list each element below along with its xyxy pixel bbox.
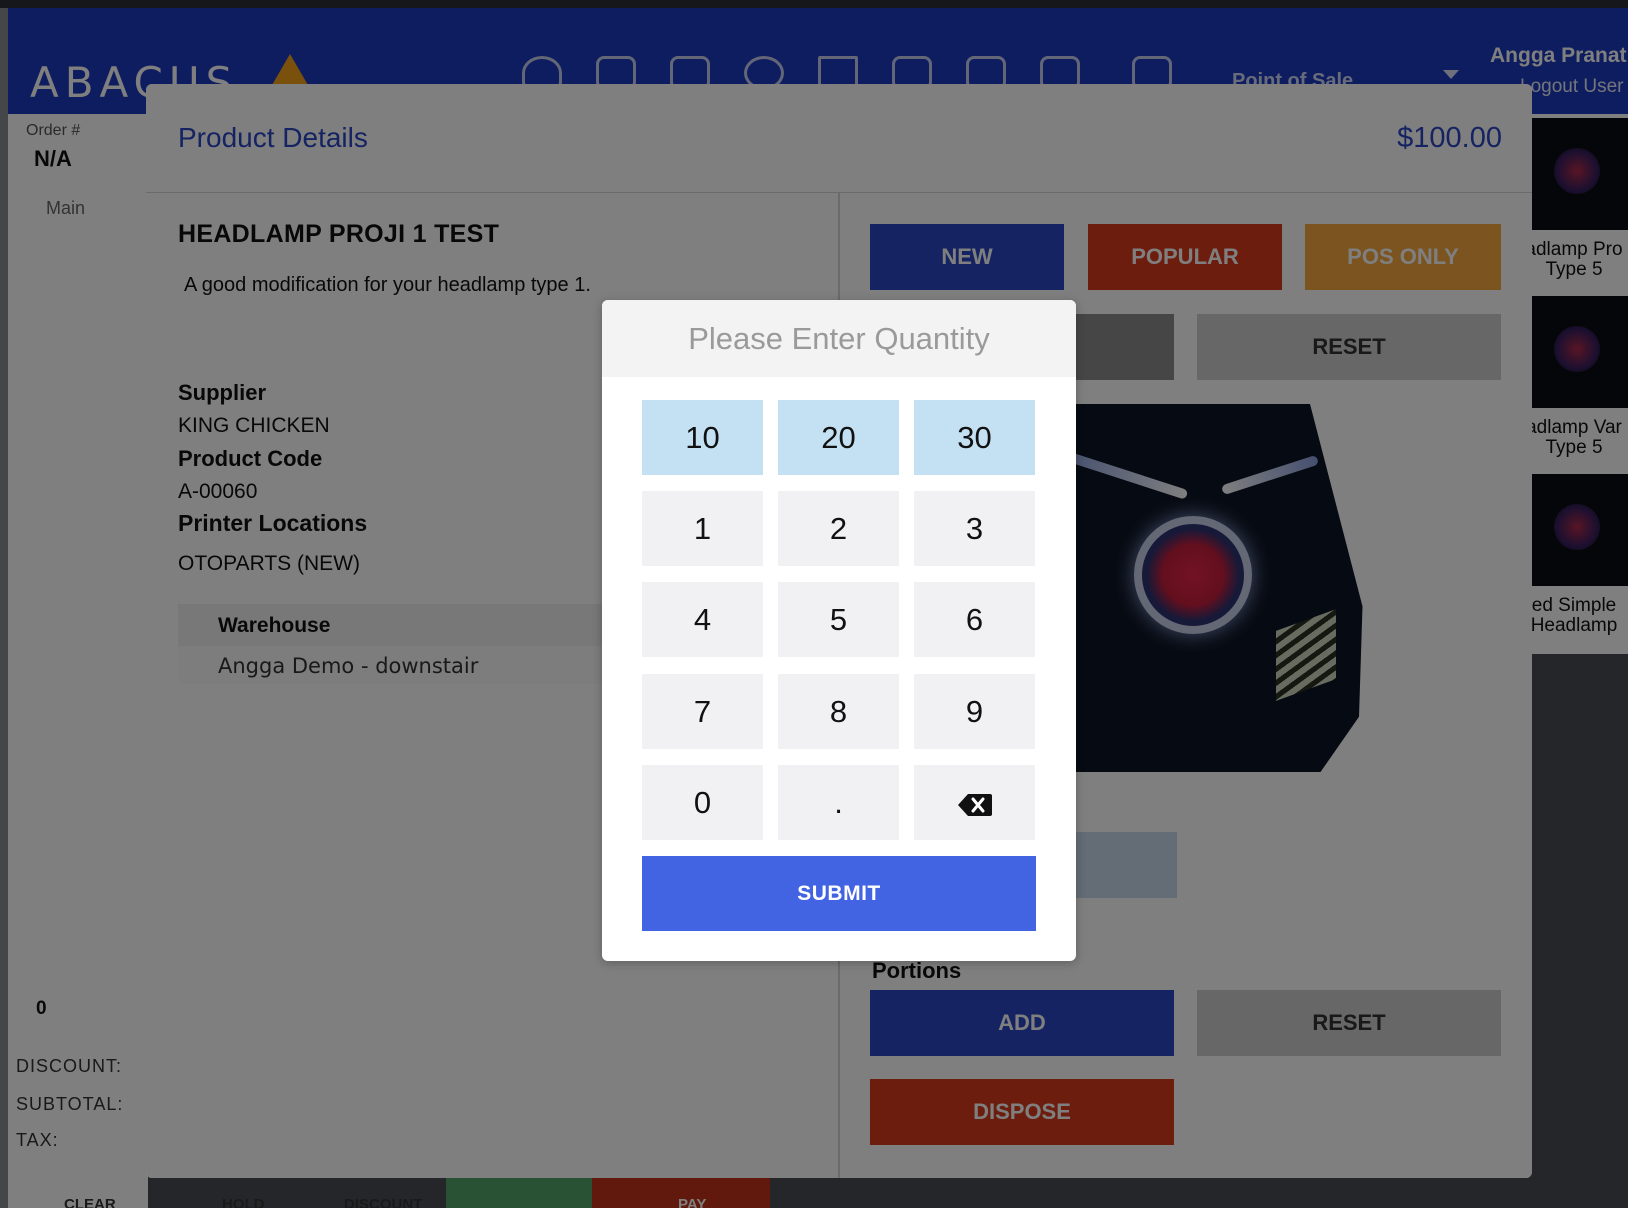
key-decimal-button[interactable]: .	[778, 765, 899, 840]
key-1-button[interactable]: 1	[642, 491, 763, 566]
key-3-button[interactable]: 3	[914, 491, 1035, 566]
quick-qty-30-button[interactable]: 30	[914, 400, 1035, 475]
key-7-button[interactable]: 7	[642, 674, 763, 749]
key-5-button[interactable]: 5	[778, 582, 899, 657]
quantity-dialog: Please Enter Quantity 10 20 30 1 2 3 4 5…	[602, 300, 1076, 961]
key-6-button[interactable]: 6	[914, 582, 1035, 657]
key-4-button[interactable]: 4	[642, 582, 763, 657]
backspace-icon	[957, 793, 992, 816]
key-2-button[interactable]: 2	[778, 491, 899, 566]
key-8-button[interactable]: 8	[778, 674, 899, 749]
backspace-button[interactable]	[914, 765, 1035, 840]
quick-qty-10-button[interactable]: 10	[642, 400, 763, 475]
quick-qty-20-button[interactable]: 20	[778, 400, 899, 475]
key-0-button[interactable]: 0	[642, 765, 763, 840]
quantity-dialog-title: Please Enter Quantity	[602, 300, 1076, 377]
key-9-button[interactable]: 9	[914, 674, 1035, 749]
submit-button[interactable]: SUBMIT	[642, 856, 1036, 931]
